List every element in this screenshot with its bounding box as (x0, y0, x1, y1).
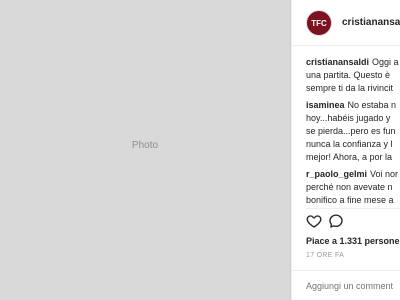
comment-text: nunca la confianza y l (306, 139, 393, 149)
comment-text: mejor! Ahora, a por la (306, 152, 393, 162)
comment-text: una partita. Questo è (306, 70, 391, 80)
post-photo-placeholder: Photo (0, 0, 291, 300)
header-username[interactable]: cristianansaldi (342, 17, 400, 28)
comment-line: cristianansaldi Oggi a (306, 56, 400, 69)
comment-item: isaminea No estaba n hoy...habéis jugado … (306, 99, 400, 164)
comment-username[interactable]: cristianansaldi (306, 57, 369, 67)
comment-text: perché non avevate n (306, 182, 393, 192)
likes-count[interactable]: Piace a 1.331 persone (306, 236, 400, 246)
comment-text: se pierda...pero es fun (306, 126, 396, 136)
post-media[interactable]: Photo (0, 0, 291, 300)
add-comment-input[interactable] (306, 279, 400, 293)
comment-text: Voi nor (370, 169, 399, 179)
instagram-post: Photo TFC cristianansaldi cristianansald… (0, 0, 400, 300)
comment-item: r_paolo_gelmi Voi nor perché non avevate … (306, 168, 400, 206)
comments-list: cristianansaldi Oggi a una partita. Quest… (306, 56, 400, 206)
comment-text: Oggi a (372, 57, 399, 67)
heart-icon[interactable] (306, 213, 322, 229)
post-header: TFC cristianansaldi (292, 0, 400, 46)
comment-line: isaminea No estaba n (306, 99, 400, 112)
photo-placeholder-label: Photo (131, 140, 159, 151)
comment-username[interactable]: r_paolo_gelmi (306, 169, 367, 179)
post-timestamp: 17 ORE FA (306, 252, 345, 259)
comment-text: sempre ti da la rivincit (306, 83, 394, 93)
post-side-panel: TFC cristianansaldi cristianansaldiOggi … (291, 0, 400, 300)
add-comment-bar (292, 270, 400, 300)
comment-icon[interactable] (328, 213, 344, 229)
comment-item: cristianansaldi Oggi a una partita. Quest… (306, 56, 400, 95)
avatar-initials: TFC (311, 18, 327, 28)
comment-text: No estaba n (347, 100, 397, 110)
post-actions (306, 208, 400, 230)
comment-text: bonifico a fine mese a (306, 195, 394, 205)
comment-text: hoy...habéis jugado y (306, 113, 391, 123)
comment-line: r_paolo_gelmi Voi nor (306, 168, 400, 181)
comment-username[interactable]: isaminea (306, 100, 345, 110)
avatar[interactable]: TFC (306, 10, 332, 36)
